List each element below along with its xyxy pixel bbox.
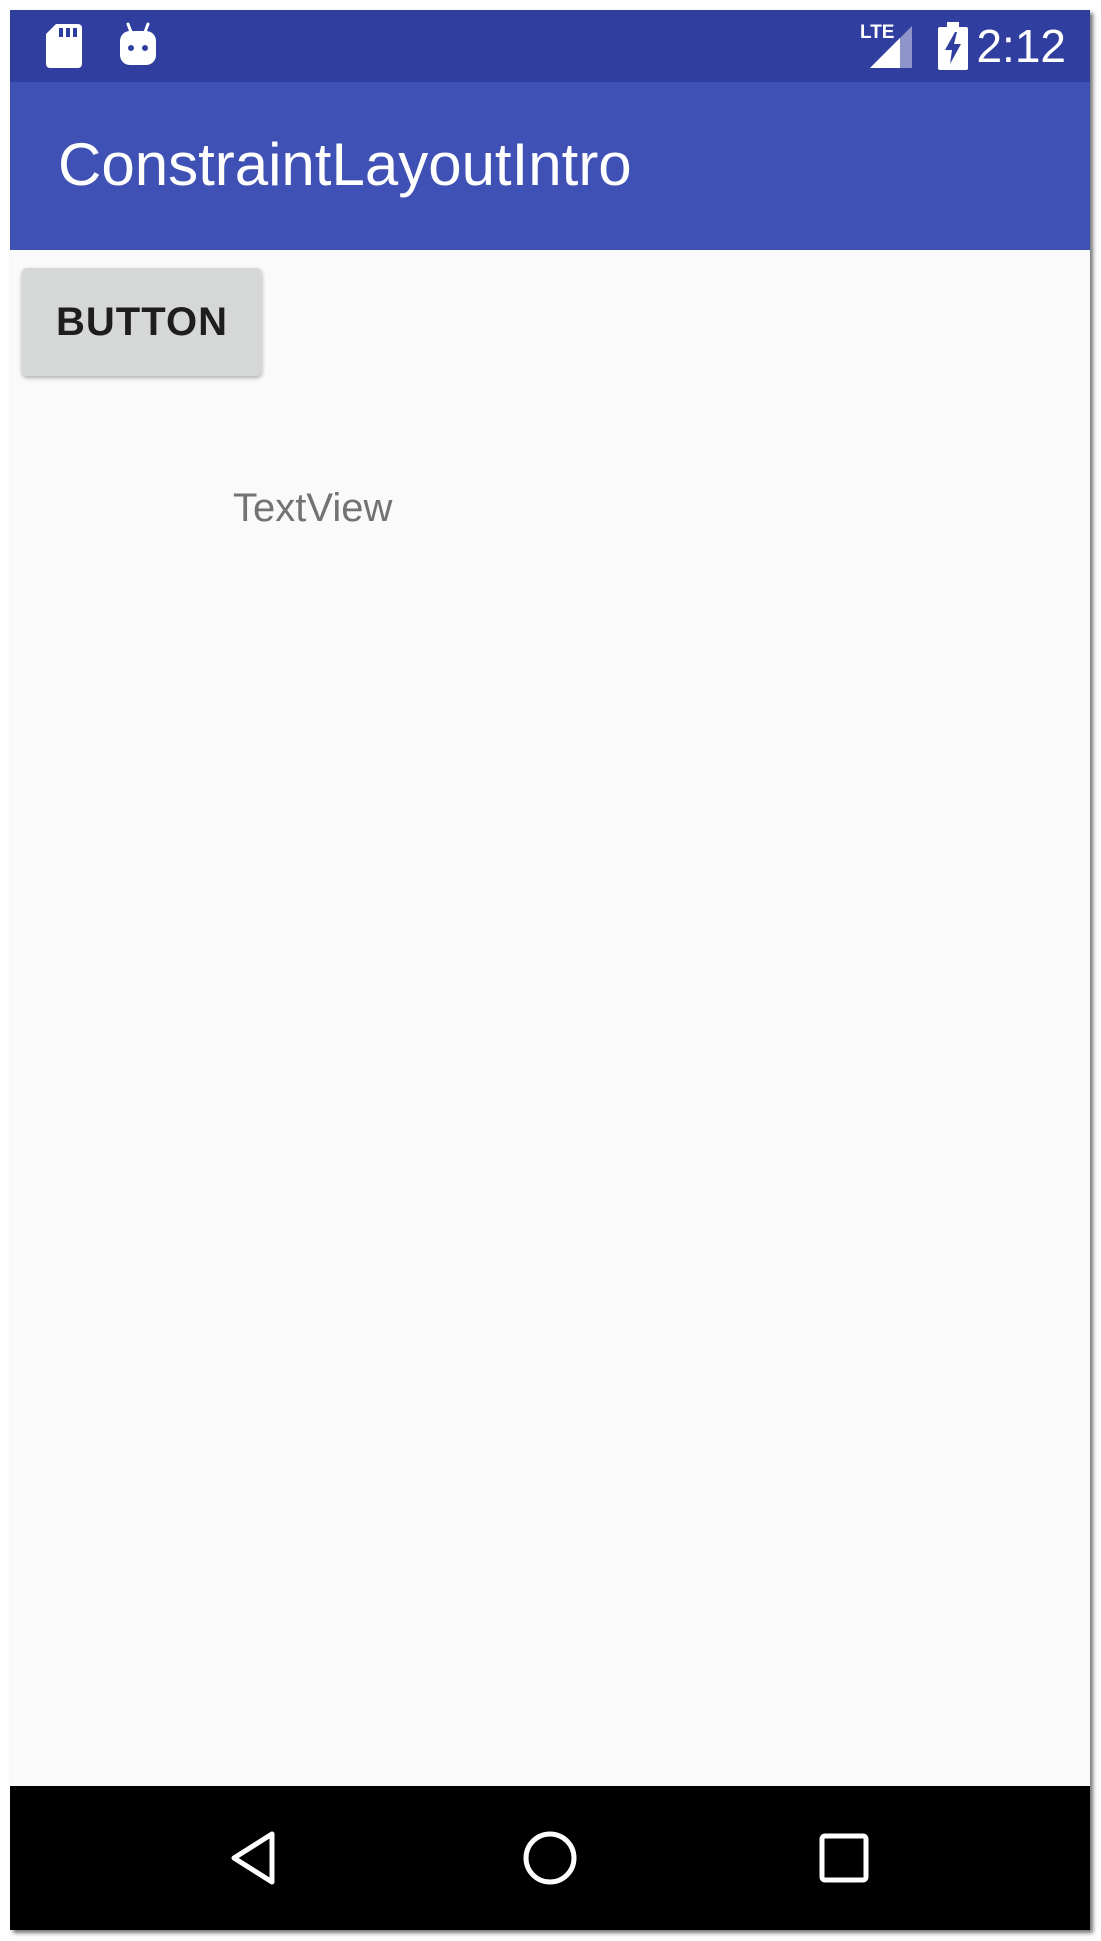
text-view: TextView bbox=[233, 486, 393, 530]
content-area: BUTTON TextView bbox=[10, 250, 1090, 1798]
status-bar: LTE 2:12 bbox=[10, 10, 1090, 82]
home-icon[interactable] bbox=[514, 1822, 586, 1894]
lte-signal-icon: LTE bbox=[860, 20, 922, 75]
app-title: ConstraintLayoutIntro bbox=[58, 131, 632, 198]
lte-label: LTE bbox=[860, 22, 894, 43]
app-bar: ConstraintLayoutIntro bbox=[10, 82, 1090, 250]
navigation-bar bbox=[10, 1786, 1090, 1930]
recents-icon[interactable] bbox=[808, 1822, 880, 1894]
battery-charging-icon bbox=[938, 22, 968, 75]
status-time: 2:12 bbox=[976, 20, 1066, 72]
phone-screen: LTE 2:12 ConstraintLayoutIntro BUTTON Te… bbox=[10, 10, 1090, 1930]
main-button[interactable]: BUTTON bbox=[22, 268, 262, 376]
sd-card-icon bbox=[46, 24, 82, 73]
back-icon[interactable] bbox=[220, 1822, 292, 1894]
android-icon bbox=[118, 22, 158, 73]
